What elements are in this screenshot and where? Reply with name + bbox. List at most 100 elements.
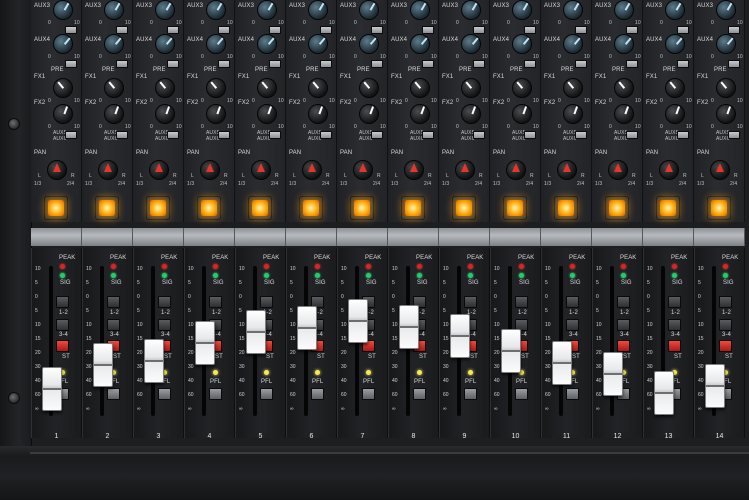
pre-button[interactable]: [65, 60, 77, 68]
pre-button[interactable]: [269, 60, 281, 68]
aux4-send-knob[interactable]: [53, 34, 73, 54]
fx2-send-knob[interactable]: [665, 104, 685, 124]
pre-button[interactable]: [575, 60, 587, 68]
pan-knob[interactable]: [302, 160, 322, 180]
pfl-button[interactable]: [260, 388, 273, 400]
pre-button[interactable]: [218, 26, 230, 34]
mute-button[interactable]: [350, 196, 374, 220]
pre-button[interactable]: [218, 60, 230, 68]
aux3-send-knob[interactable]: [257, 0, 277, 20]
mute-button[interactable]: [299, 196, 323, 220]
aux56-select-button[interactable]: [524, 131, 536, 139]
pre-button[interactable]: [626, 26, 638, 34]
aux56-select-button[interactable]: [218, 131, 230, 139]
aux56-select-button[interactable]: [320, 131, 332, 139]
aux56-select-button[interactable]: [269, 131, 281, 139]
channel-fader[interactable]: [654, 371, 674, 415]
bus-12-button[interactable]: [566, 296, 579, 308]
aux56-select-button[interactable]: [473, 131, 485, 139]
fx2-send-knob[interactable]: [512, 104, 532, 124]
fx2-send-knob[interactable]: [563, 104, 583, 124]
aux3-send-knob[interactable]: [665, 0, 685, 20]
pre-button[interactable]: [422, 60, 434, 68]
pfl-button[interactable]: [158, 388, 171, 400]
mute-button[interactable]: [605, 196, 629, 220]
aux56-select-button[interactable]: [626, 131, 638, 139]
pre-button[interactable]: [371, 60, 383, 68]
bus-12-button[interactable]: [209, 296, 222, 308]
aux3-send-knob[interactable]: [104, 0, 124, 20]
mute-button[interactable]: [503, 196, 527, 220]
aux3-send-knob[interactable]: [563, 0, 583, 20]
mute-button[interactable]: [44, 196, 68, 220]
fx1-send-knob[interactable]: [563, 78, 583, 98]
bus-12-button[interactable]: [719, 296, 732, 308]
aux4-send-knob[interactable]: [257, 34, 277, 54]
fx2-send-knob[interactable]: [257, 104, 277, 124]
bus-12-button[interactable]: [107, 296, 120, 308]
pre-button[interactable]: [626, 60, 638, 68]
pre-button[interactable]: [371, 26, 383, 34]
aux3-send-knob[interactable]: [359, 0, 379, 20]
bus-34-button[interactable]: [158, 319, 171, 331]
pre-button[interactable]: [677, 26, 689, 34]
mute-button[interactable]: [248, 196, 272, 220]
bus-34-button[interactable]: [719, 319, 732, 331]
mute-button[interactable]: [95, 196, 119, 220]
fx2-send-knob[interactable]: [53, 104, 73, 124]
pre-button[interactable]: [320, 26, 332, 34]
fx1-send-knob[interactable]: [104, 78, 124, 98]
channel-fader[interactable]: [501, 329, 521, 373]
bus-34-button[interactable]: [107, 319, 120, 331]
pre-button[interactable]: [728, 60, 740, 68]
pan-knob[interactable]: [506, 160, 526, 180]
pre-button[interactable]: [473, 26, 485, 34]
aux4-send-knob[interactable]: [665, 34, 685, 54]
aux3-send-knob[interactable]: [308, 0, 328, 20]
bus-12-button[interactable]: [260, 296, 273, 308]
pre-button[interactable]: [677, 60, 689, 68]
aux4-send-knob[interactable]: [716, 34, 736, 54]
fx2-send-knob[interactable]: [716, 104, 736, 124]
pre-button[interactable]: [320, 60, 332, 68]
aux56-select-button[interactable]: [167, 131, 179, 139]
fx1-send-knob[interactable]: [716, 78, 736, 98]
bus-12-button[interactable]: [158, 296, 171, 308]
pre-button[interactable]: [473, 60, 485, 68]
aux3-send-knob[interactable]: [206, 0, 226, 20]
fx2-send-knob[interactable]: [410, 104, 430, 124]
channel-fader[interactable]: [144, 339, 164, 383]
fx2-send-knob[interactable]: [614, 104, 634, 124]
aux4-send-knob[interactable]: [410, 34, 430, 54]
aux56-select-button[interactable]: [677, 131, 689, 139]
fx2-send-knob[interactable]: [359, 104, 379, 124]
fx1-send-knob[interactable]: [155, 78, 175, 98]
fx2-send-knob[interactable]: [104, 104, 124, 124]
fx1-send-knob[interactable]: [53, 78, 73, 98]
pfl-button[interactable]: [515, 388, 528, 400]
aux3-send-knob[interactable]: [410, 0, 430, 20]
aux4-send-knob[interactable]: [563, 34, 583, 54]
pre-button[interactable]: [116, 26, 128, 34]
stereo-button[interactable]: [617, 340, 630, 352]
aux4-send-knob[interactable]: [155, 34, 175, 54]
stereo-button[interactable]: [56, 340, 69, 352]
bus-12-button[interactable]: [56, 296, 69, 308]
pfl-button[interactable]: [311, 388, 324, 400]
pan-knob[interactable]: [404, 160, 424, 180]
fx1-send-knob[interactable]: [461, 78, 481, 98]
pre-button[interactable]: [167, 26, 179, 34]
channel-fader[interactable]: [42, 367, 62, 411]
pan-knob[interactable]: [353, 160, 373, 180]
fx1-send-knob[interactable]: [257, 78, 277, 98]
pan-knob[interactable]: [455, 160, 475, 180]
pre-button[interactable]: [422, 26, 434, 34]
aux4-send-knob[interactable]: [512, 34, 532, 54]
aux56-select-button[interactable]: [728, 131, 740, 139]
pan-knob[interactable]: [608, 160, 628, 180]
aux56-select-button[interactable]: [422, 131, 434, 139]
bus-12-button[interactable]: [464, 296, 477, 308]
fx1-send-knob[interactable]: [359, 78, 379, 98]
pfl-button[interactable]: [566, 388, 579, 400]
pfl-button[interactable]: [209, 388, 222, 400]
